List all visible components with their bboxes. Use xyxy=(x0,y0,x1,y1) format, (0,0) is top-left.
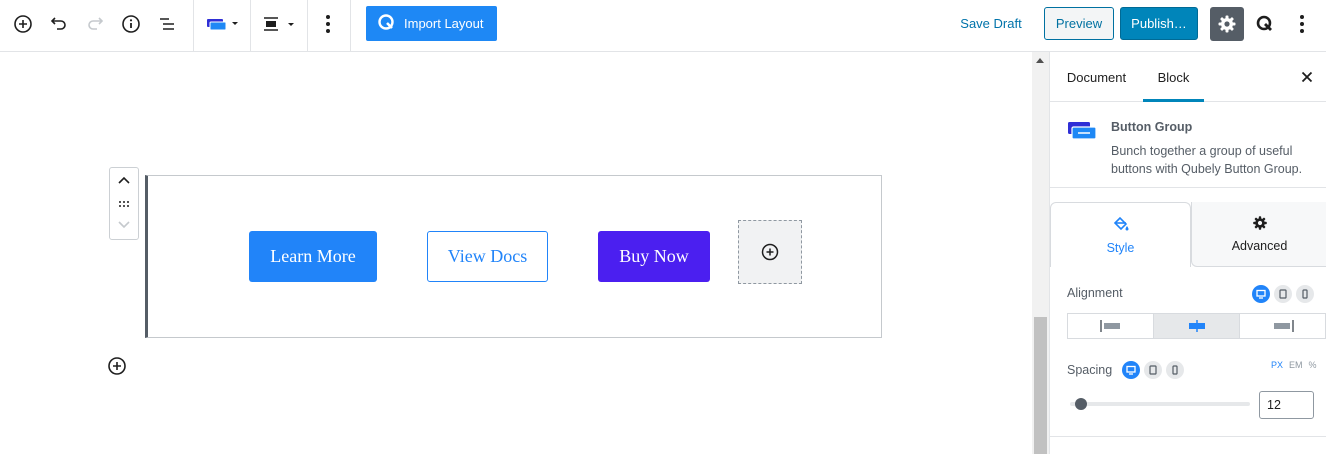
mobile-icon[interactable] xyxy=(1166,361,1184,379)
align-right-icon xyxy=(1273,320,1294,332)
save-draft-button[interactable]: Save Draft xyxy=(951,6,1031,41)
plus-circle-icon xyxy=(761,243,779,261)
block-description: Bunch together a group of useful buttons… xyxy=(1111,144,1303,176)
mobile-icon[interactable] xyxy=(1296,285,1314,303)
close-icon[interactable] xyxy=(1298,68,1316,86)
spacing-input[interactable]: 12 xyxy=(1259,391,1314,419)
redo-icon[interactable] xyxy=(81,10,109,38)
tab-style-label: Style xyxy=(1106,241,1135,255)
scroll-up-arrow-icon[interactable] xyxy=(1036,58,1044,63)
button-group-icon xyxy=(1067,120,1099,147)
canvas-scrollbar[interactable] xyxy=(1032,52,1049,454)
align-right-option[interactable] xyxy=(1240,314,1325,338)
block-card: Button Group Bunch together a group of u… xyxy=(1050,103,1326,188)
unit-percent[interactable]: % xyxy=(1309,360,1317,370)
toolbar-divider xyxy=(350,0,351,52)
sidebar-tabs: Document Block xyxy=(1050,52,1326,102)
tablet-icon[interactable] xyxy=(1274,285,1292,303)
tab-document[interactable]: Document xyxy=(1050,52,1143,102)
paint-bucket-icon xyxy=(1113,216,1128,231)
qubely-icon[interactable] xyxy=(1251,10,1279,38)
unit-px[interactable]: PX xyxy=(1271,360,1283,370)
learn-more-button[interactable]: Learn More xyxy=(249,231,377,282)
add-block-icon[interactable] xyxy=(9,10,37,38)
add-button-placeholder[interactable] xyxy=(738,220,802,284)
more-menu-icon[interactable] xyxy=(1288,10,1316,38)
view-docs-button[interactable]: View Docs xyxy=(427,231,548,282)
block-type-switcher[interactable] xyxy=(203,10,239,38)
preview-button[interactable]: Preview xyxy=(1044,7,1114,40)
alignment-options xyxy=(1067,313,1326,339)
spacing-slider-handle[interactable] xyxy=(1075,398,1087,410)
toolbar-divider xyxy=(307,0,308,52)
align-center-icon[interactable] xyxy=(259,10,297,38)
alignment-label: Alignment xyxy=(1067,286,1123,300)
tablet-icon[interactable] xyxy=(1144,361,1162,379)
block-title: Button Group xyxy=(1111,120,1193,134)
panel-divider xyxy=(1050,436,1326,437)
import-layout-label: Import Layout xyxy=(404,16,484,31)
spacing-slider-track[interactable] xyxy=(1070,402,1250,406)
style-tabs: Style Advanced xyxy=(1050,202,1326,267)
qubely-logo-icon xyxy=(378,14,394,33)
gear-icon xyxy=(1218,15,1236,33)
tab-block[interactable]: Block xyxy=(1143,52,1204,102)
tab-style[interactable]: Style xyxy=(1050,202,1191,267)
spacing-label: Spacing xyxy=(1067,363,1113,377)
more-options-icon[interactable] xyxy=(314,10,342,38)
move-down-icon[interactable] xyxy=(117,217,131,235)
toolbar-divider xyxy=(250,0,251,52)
unit-em[interactable]: EM xyxy=(1289,360,1303,370)
editor-toolbar: Import Layout Save Draft Preview Publish… xyxy=(0,0,1326,52)
block-appender-button[interactable] xyxy=(107,356,127,376)
undo-icon[interactable] xyxy=(45,10,73,38)
info-icon[interactable] xyxy=(117,10,145,38)
scrollbar-thumb[interactable] xyxy=(1034,317,1047,454)
add-block-icon xyxy=(108,357,126,375)
align-center-icon xyxy=(1188,320,1205,332)
spacing-device-switcher xyxy=(1122,361,1184,379)
settings-sidebar: Document Block Button Group Bunch togeth… xyxy=(1049,52,1326,454)
align-center-option[interactable] xyxy=(1154,314,1240,338)
desktop-icon[interactable] xyxy=(1122,361,1140,379)
gear-icon xyxy=(1252,216,1267,230)
block-mover xyxy=(109,167,139,240)
align-left-option[interactable] xyxy=(1068,314,1154,338)
align-left-icon xyxy=(1099,320,1120,332)
move-up-icon[interactable] xyxy=(117,172,131,190)
publish-button[interactable]: Publish… xyxy=(1120,7,1198,40)
drag-handle-icon[interactable] xyxy=(118,195,130,213)
settings-gear-button[interactable] xyxy=(1210,7,1244,41)
toolbar-divider xyxy=(193,0,194,52)
desktop-icon[interactable] xyxy=(1252,285,1270,303)
outline-icon[interactable] xyxy=(153,10,181,38)
alignment-device-switcher xyxy=(1252,285,1314,303)
unit-switcher: PX EM % xyxy=(1271,360,1317,370)
import-layout-button[interactable]: Import Layout xyxy=(366,6,497,41)
buy-now-button[interactable]: Buy Now xyxy=(598,231,710,282)
tab-advanced-label: Advanced xyxy=(1231,239,1288,253)
tab-advanced[interactable]: Advanced xyxy=(1191,202,1326,267)
